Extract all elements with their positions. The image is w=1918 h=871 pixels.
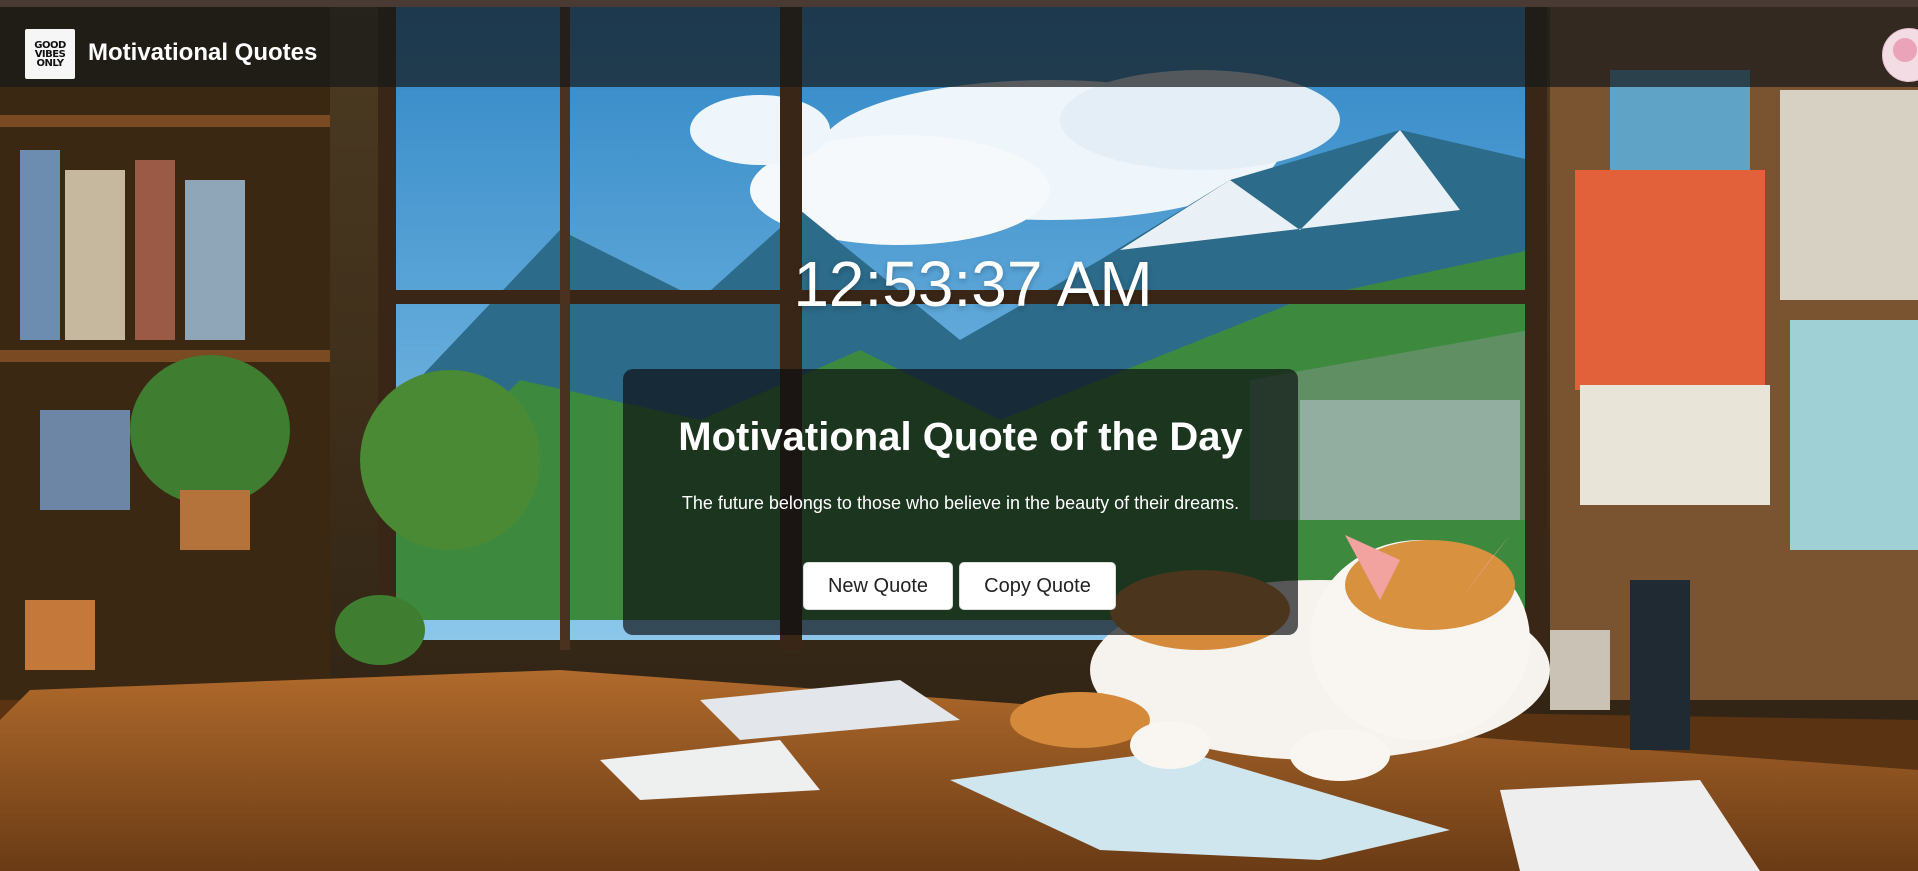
app-page: GOOD VIBES ONLY Motivational Quotes 12:5… <box>0 0 1918 871</box>
digital-clock: 12:53:37 AM <box>793 248 1153 320</box>
copy-quote-button[interactable]: Copy Quote <box>959 562 1116 610</box>
avatar-face <box>1893 38 1917 62</box>
good-vibes-logo[interactable]: GOOD VIBES ONLY <box>25 29 75 79</box>
new-quote-button[interactable]: New Quote <box>803 562 953 610</box>
quote-card: Motivational Quote of the Day The future… <box>623 369 1298 635</box>
logo-text: GOOD VIBES ONLY <box>34 39 66 69</box>
top-navbar: GOOD VIBES ONLY Motivational Quotes <box>0 7 1918 87</box>
quote-text: The future belongs to those who believe … <box>681 493 1240 513</box>
user-avatar-icon[interactable] <box>1882 28 1918 82</box>
window-top-strip <box>0 0 1918 7</box>
app-title: Motivational Quotes <box>88 39 318 66</box>
quote-heading: Motivational Quote of the Day <box>678 415 1243 459</box>
